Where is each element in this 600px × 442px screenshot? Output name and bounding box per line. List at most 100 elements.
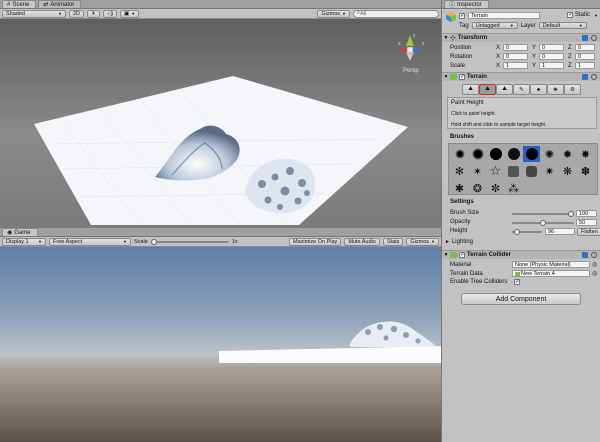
lighting-toggle[interactable]: ☀ <box>87 9 100 18</box>
brush-swatch[interactable]: ✼ <box>487 180 504 196</box>
gear-icon[interactable] <box>591 74 597 80</box>
game-gizmos-dropdown[interactable]: Gizmos ▼ <box>406 237 439 246</box>
foldout-arrow-icon[interactable]: ▼ <box>442 74 450 80</box>
brush-size-field[interactable]: 100 <box>576 210 597 217</box>
scene-toolbar: Shaded ▼ 2D ☀ ◁) ▣ ▼ Gizmos ▼ ⌕ All <box>0 9 441 19</box>
position-y-field[interactable]: 0 <box>539 44 564 51</box>
rotation-x-field[interactable]: 0 <box>503 53 528 60</box>
persp-label: Persp <box>403 68 419 74</box>
object-picker-icon[interactable]: ◎ <box>592 270 597 277</box>
brush-swatch[interactable]: ✶ <box>469 163 486 179</box>
gizmos-dropdown[interactable]: Gizmos ▼ <box>317 9 350 18</box>
paint-details-tool-button[interactable]: ❀ <box>547 84 564 95</box>
material-field[interactable]: None (Physic Material) <box>512 261 590 268</box>
slider-knob[interactable] <box>514 229 521 235</box>
tab-animator[interactable]: ⇄ Animator <box>38 0 82 8</box>
effects-dropdown[interactable]: ▣ ▼ <box>120 9 140 18</box>
brush-swatch[interactable] <box>505 163 522 179</box>
help-book-icon[interactable] <box>582 35 588 41</box>
foldout-arrow-icon[interactable]: ▼ <box>442 252 450 258</box>
flatten-button[interactable]: Flatten <box>577 228 600 236</box>
height-field[interactable]: 96 <box>545 228 575 235</box>
object-picker-icon[interactable]: ◎ <box>592 261 597 268</box>
object-name-field[interactable]: Terrain <box>468 12 540 19</box>
shading-dropdown[interactable]: Shaded ▼ <box>2 9 66 18</box>
collider-enabled-checkbox[interactable]: ✓ <box>459 252 465 258</box>
tab-scene[interactable]: # Scene <box>2 0 37 8</box>
position-x-field[interactable]: 0 <box>503 44 528 51</box>
static-checkbox[interactable]: ✓ <box>567 12 573 18</box>
rotation-y-field[interactable]: 0 <box>539 53 564 60</box>
brush-swatch[interactable]: ✻ <box>451 163 468 179</box>
add-component-button[interactable]: Add Component <box>461 293 581 305</box>
aspect-dropdown[interactable]: Free Aspect ▼ <box>49 237 131 246</box>
display-dropdown[interactable]: Display 1 ▼ <box>2 237 46 246</box>
help-book-icon[interactable] <box>582 74 588 80</box>
height-slider[interactable] <box>512 229 542 237</box>
active-checkbox[interactable]: ✓ <box>459 12 465 19</box>
rotation-z-field[interactable]: 0 <box>575 53 595 60</box>
brush-swatch[interactable]: ❋ <box>559 163 576 179</box>
chevron-down-icon: ▼ <box>58 11 62 16</box>
enable-tree-colliders-checkbox[interactable]: ✓ <box>514 279 520 285</box>
mode-2d-button[interactable]: 2D <box>69 9 85 18</box>
brush-swatch[interactable]: ❂ <box>469 180 486 196</box>
brush-swatch[interactable]: ✺ <box>541 146 558 162</box>
brush-swatch[interactable]: ✹ <box>559 146 576 162</box>
scale-slider[interactable] <box>150 238 229 245</box>
place-trees-tool-button[interactable]: ♣ <box>530 84 547 95</box>
raise-lower-tool-button[interactable]: ⛰ <box>462 84 479 95</box>
chevron-down-icon[interactable]: ▼ <box>594 13 598 18</box>
gear-icon[interactable] <box>591 252 597 258</box>
scale-slider-knob[interactable] <box>150 238 157 245</box>
transform-header[interactable]: ▼ ⊹ Transform <box>442 33 600 42</box>
brush-swatch[interactable]: ✷ <box>541 163 558 179</box>
paint-texture-tool-button[interactable]: ✎ <box>513 84 530 95</box>
tab-inspector[interactable]: ⓘ Inspector <box>444 0 489 9</box>
scale-y-field[interactable]: 1 <box>539 62 564 69</box>
brush-swatch[interactable]: ✸ <box>577 146 594 162</box>
brush-swatch[interactable]: ✱ <box>451 180 468 196</box>
brush-swatch-selected[interactable] <box>523 146 540 162</box>
paint-height-tool-button[interactable]: ⛰ <box>479 84 496 95</box>
stats-button[interactable]: Stats <box>382 237 404 246</box>
terrain-settings-tool-button[interactable]: ⚙ <box>564 84 581 95</box>
brush-swatch[interactable] <box>469 146 486 162</box>
slider-knob[interactable] <box>540 220 546 226</box>
terrain-enabled-checkbox[interactable]: ✓ <box>459 74 465 80</box>
brush-swatch[interactable]: ☆ <box>487 163 504 179</box>
opacity-field[interactable]: 50 <box>576 219 597 226</box>
brush-icon: ✎ <box>519 86 524 93</box>
brush-swatch[interactable]: ⁂ <box>505 180 522 196</box>
terrain-component-icon <box>450 74 457 80</box>
enable-tree-colliders-row: Enable Tree Colliders ✓ <box>450 279 521 285</box>
scale-x-field[interactable]: 1 <box>503 62 528 69</box>
position-z-field[interactable]: 0 <box>575 44 595 51</box>
terrain-header[interactable]: ▼ ✓ Terrain <box>442 72 600 81</box>
mute-audio-button[interactable]: Mute Audio <box>344 237 380 246</box>
smooth-height-tool-button[interactable]: ⛰ <box>496 84 513 95</box>
tool-help-box: Paint Height Click to paint height. Hold… <box>447 97 597 129</box>
scale-z-field[interactable]: 1 <box>575 62 595 69</box>
flower-icon: ❀ <box>553 86 558 93</box>
terrain-collider-header[interactable]: ▼ ✓ Terrain Collider <box>442 250 600 259</box>
foldout-arrow-icon[interactable]: ▼ <box>442 35 450 41</box>
layer-dropdown[interactable]: Default ▼ <box>538 22 587 29</box>
foldout-arrow-icon[interactable]: ► <box>445 239 450 245</box>
brush-swatch[interactable] <box>523 163 540 179</box>
tag-dropdown[interactable]: Untagged ▼ <box>471 22 518 29</box>
audio-toggle[interactable]: ◁) <box>102 9 118 18</box>
scene-viewport[interactable]: y x z Persp <box>0 19 441 228</box>
gear-icon[interactable] <box>591 35 597 41</box>
brush-swatch[interactable] <box>451 146 468 162</box>
help-book-icon[interactable] <box>582 252 588 258</box>
maximize-on-play-button[interactable]: Maximize On Play <box>288 237 342 246</box>
terrain-data-field[interactable]: New Terrain 4 <box>512 270 590 277</box>
brush-swatch[interactable] <box>487 146 504 162</box>
tab-game[interactable]: ◉ Game <box>2 228 38 236</box>
lighting-foldout[interactable]: ► Lighting <box>445 239 473 245</box>
brush-swatch[interactable]: ✽ <box>577 163 594 179</box>
brush-swatch[interactable] <box>505 146 522 162</box>
slider-knob[interactable] <box>568 211 574 217</box>
scene-search-input[interactable]: ⌕ All <box>353 9 439 18</box>
